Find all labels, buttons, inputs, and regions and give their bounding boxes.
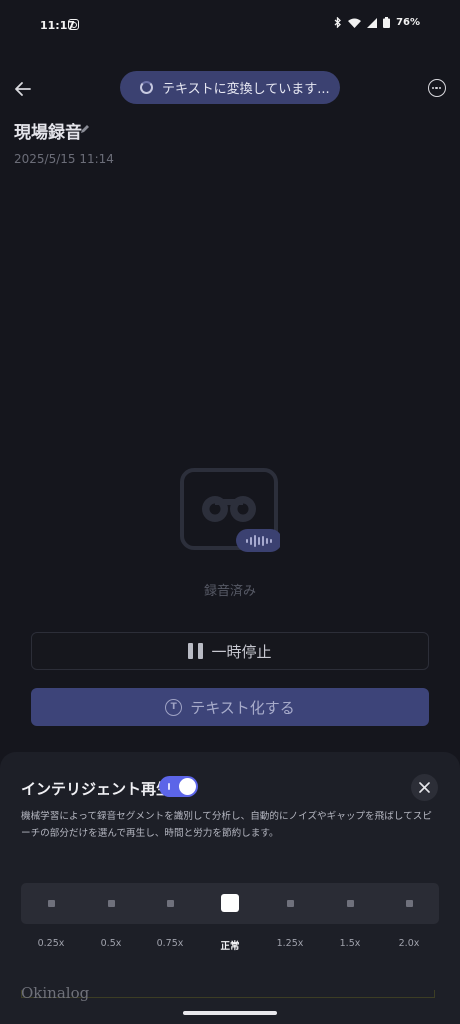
edit-pencil-icon[interactable] [80, 124, 90, 134]
more-dot [435, 86, 438, 89]
pause-button[interactable]: 一時停止 [31, 632, 429, 670]
speed-label-selected: 正常 [220, 941, 240, 952]
speed-stop[interactable] [107, 900, 115, 907]
speed-stop[interactable] [346, 900, 354, 907]
pause-icon [188, 643, 204, 659]
close-button[interactable] [411, 774, 438, 801]
toggle-on-mark [168, 783, 170, 790]
battery-percent: 76% [396, 17, 420, 28]
speed-stop[interactable] [166, 900, 174, 907]
toggle-knob [179, 778, 196, 795]
close-icon [419, 782, 430, 793]
speed-label: 0.25x [37, 938, 65, 949]
recorded-status-label: 録音済み [203, 584, 256, 599]
status-bar: 11:17 76% [0, 0, 460, 52]
recording-title[interactable]: 現場録音 [14, 118, 82, 143]
loading-spinner-icon [140, 81, 153, 94]
transcribe-label: テキスト化する [190, 698, 295, 717]
back-button[interactable] [12, 78, 34, 100]
speed-label: 0.5x [100, 938, 122, 949]
pause-label: 一時停止 [211, 642, 272, 661]
smart-play-sheet: インテリジェント再生 機械学習によって録音セグメントを識別して分析し、自動的にノ… [0, 752, 460, 1024]
status-icons: 76% [334, 17, 420, 28]
speed-label: 0.75x [156, 938, 184, 949]
arrow-left-icon [15, 82, 31, 96]
watermark: Okinalog [21, 984, 90, 1002]
speed-thumb[interactable] [221, 894, 239, 912]
signal-icon [367, 17, 378, 28]
speed-slider[interactable] [21, 883, 439, 924]
smart-play-title: インテリジェント再生 [21, 780, 172, 798]
more-options-button[interactable] [428, 79, 446, 97]
bluetooth-icon [334, 17, 342, 28]
toast-text: テキストに変換しています... [162, 82, 330, 97]
smart-play-description: 機械学習によって録音セグメントを識別して分析し、自動的にノイズやギャップを飛ばし… [21, 811, 432, 839]
converting-toast: テキストに変換しています... [120, 71, 340, 104]
speed-label: 1.5x [339, 938, 361, 949]
instagram-notification-icon [68, 19, 79, 30]
more-dot [438, 86, 442, 89]
battery-icon [383, 17, 391, 28]
recording-date: 2025/5/15 11:14 [14, 152, 114, 166]
speed-stop[interactable] [47, 900, 55, 907]
home-indicator[interactable] [183, 1011, 277, 1015]
transcribe-button[interactable]: T テキスト化する [31, 688, 429, 726]
wifi-icon [348, 18, 362, 28]
smart-play-toggle[interactable] [159, 776, 198, 797]
speed-label: 1.25x [276, 938, 304, 949]
speed-stop[interactable] [405, 900, 413, 907]
recorder-illustration-icon [180, 468, 280, 552]
transcribe-t-icon: T [165, 698, 183, 716]
speed-label: 2.0x [398, 938, 420, 949]
more-dot [431, 86, 434, 89]
speed-stop[interactable] [286, 900, 294, 907]
